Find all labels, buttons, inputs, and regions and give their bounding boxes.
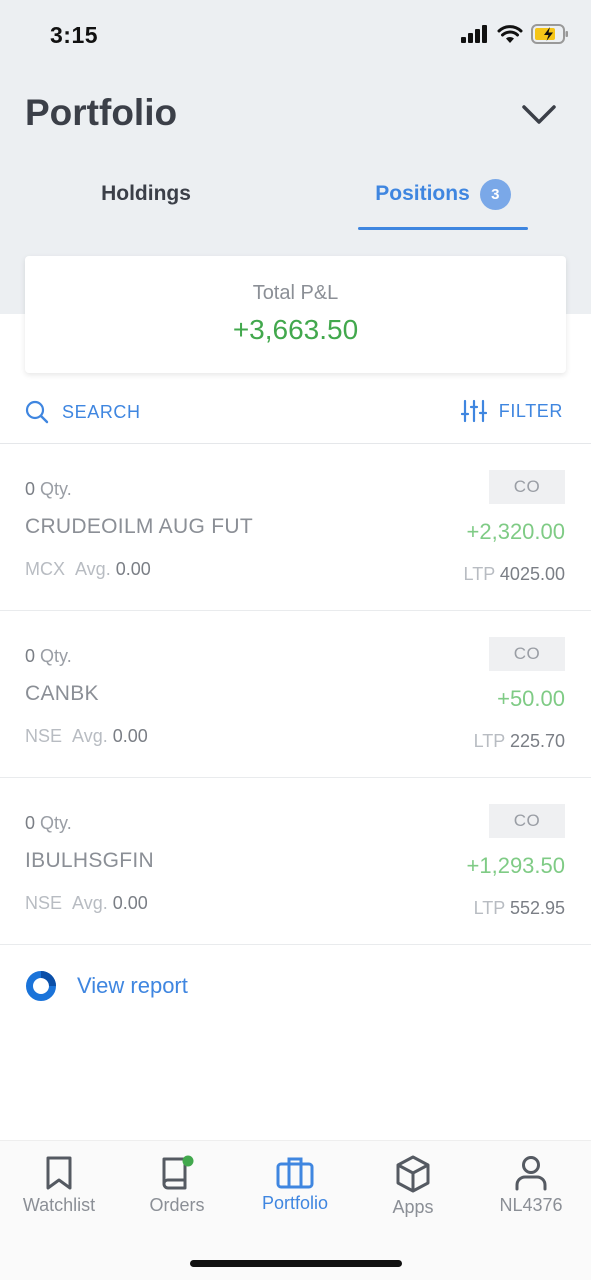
position-row[interactable]: 0 Qty. CRUDEOILM AUG FUT MCX Avg. 0.00 CO…	[0, 444, 591, 611]
position-pnl: +50.00	[497, 686, 565, 711]
nav-orders[interactable]: Orders	[118, 1155, 236, 1216]
nav-label: NL4376	[499, 1195, 563, 1215]
position-exchange: NSE	[25, 893, 63, 913]
position-pnl: +1,293.50	[466, 853, 565, 878]
search-filter-bar: SEARCH FILTER	[0, 380, 591, 444]
tab-label: Holdings	[101, 182, 191, 205]
total-pnl-card: Total P&L +3,663.50	[25, 256, 566, 373]
position-symbol: CANBK	[25, 682, 99, 705]
tab-holdings[interactable]: Holdings	[80, 160, 212, 228]
book-icon	[162, 1155, 194, 1190]
page-title: Portfolio	[25, 92, 178, 133]
total-pnl-label: Total P&L	[252, 282, 339, 304]
position-meta: NSE Avg. 0.00	[25, 893, 148, 913]
home-indicator[interactable]	[190, 1260, 402, 1267]
wifi-icon	[497, 24, 523, 43]
bookmark-icon	[46, 1156, 72, 1190]
briefcase-icon	[276, 1157, 314, 1189]
nav-label: Portfolio	[261, 1193, 329, 1213]
position-symbol: CRUDEOILM AUG FUT	[25, 515, 253, 538]
position-row[interactable]: 0 Qty. CANBK NSE Avg. 0.00 CO +50.00 LTP …	[0, 611, 591, 778]
nav-watchlist[interactable]: Watchlist	[0, 1155, 118, 1216]
total-pnl-value: +3,663.50	[232, 314, 359, 345]
position-meta: MCX Avg. 0.00	[25, 559, 151, 579]
position-exchange: MCX	[25, 559, 65, 579]
position-row[interactable]: 0 Qty. IBULHSGFIN NSE Avg. 0.00 CO +1,293…	[0, 778, 591, 945]
tab-positions[interactable]: Positions 3	[358, 160, 528, 228]
nav-label: Orders	[149, 1195, 205, 1215]
position-qty: 0 Qty.	[25, 813, 72, 833]
nav-label: Watchlist	[22, 1195, 96, 1215]
filter-button[interactable]: FILTER	[460, 399, 563, 423]
positions-list: 0 Qty. CRUDEOILM AUG FUT MCX Avg. 0.00 CO…	[0, 444, 591, 945]
filter-label: FILTER	[498, 400, 563, 421]
product-type-badge: CO	[489, 637, 565, 671]
search-button[interactable]: SEARCH	[25, 400, 141, 424]
position-avg: 0.00	[112, 893, 148, 913]
product-type-badge: CO	[489, 804, 565, 838]
position-avg: 0.00	[112, 726, 148, 746]
position-exchange: NSE	[25, 726, 63, 746]
view-report-link[interactable]: View report	[25, 970, 188, 1002]
search-label: SEARCH	[62, 401, 141, 422]
nav-label: Apps	[392, 1197, 434, 1217]
nav-apps[interactable]: Apps	[354, 1155, 472, 1218]
bottom-navigation: Watchlist Orders Portfolio Apps NL4376	[0, 1140, 591, 1280]
positions-count-badge: 3	[479, 178, 511, 210]
position-avg: 0.00	[115, 559, 151, 579]
cube-icon	[396, 1155, 430, 1193]
position-pnl: +2,320.00	[466, 519, 565, 544]
tab-label: Positions	[375, 182, 470, 205]
account-dropdown-button[interactable]	[519, 98, 559, 132]
filter-icon	[460, 399, 487, 423]
portfolio-tabs: Holdings Positions 3	[0, 160, 591, 232]
product-type-badge: CO	[489, 470, 565, 504]
position-symbol: IBULHSGFIN	[25, 849, 155, 872]
status-icons	[461, 24, 569, 44]
chevron-down-icon	[522, 105, 556, 124]
battery-icon	[531, 24, 568, 44]
position-qty: 0 Qty.	[25, 479, 72, 499]
position-meta: NSE Avg. 0.00	[25, 726, 148, 746]
position-ltp: LTP 225.70	[473, 731, 565, 751]
signal-icon	[461, 25, 487, 43]
user-icon	[515, 1156, 547, 1191]
position-ltp: LTP 552.95	[473, 898, 565, 918]
status-bar: 3:15	[0, 0, 591, 72]
view-report-label: View report	[77, 973, 188, 998]
active-tab-indicator	[358, 227, 528, 230]
status-time: 3:15	[50, 22, 99, 48]
nav-account[interactable]: NL4376	[472, 1155, 590, 1216]
report-ring-icon	[26, 971, 56, 1001]
position-ltp: LTP 4025.00	[463, 564, 565, 584]
search-icon	[25, 400, 49, 424]
nav-portfolio[interactable]: Portfolio	[236, 1155, 354, 1214]
position-qty: 0 Qty.	[25, 646, 72, 666]
